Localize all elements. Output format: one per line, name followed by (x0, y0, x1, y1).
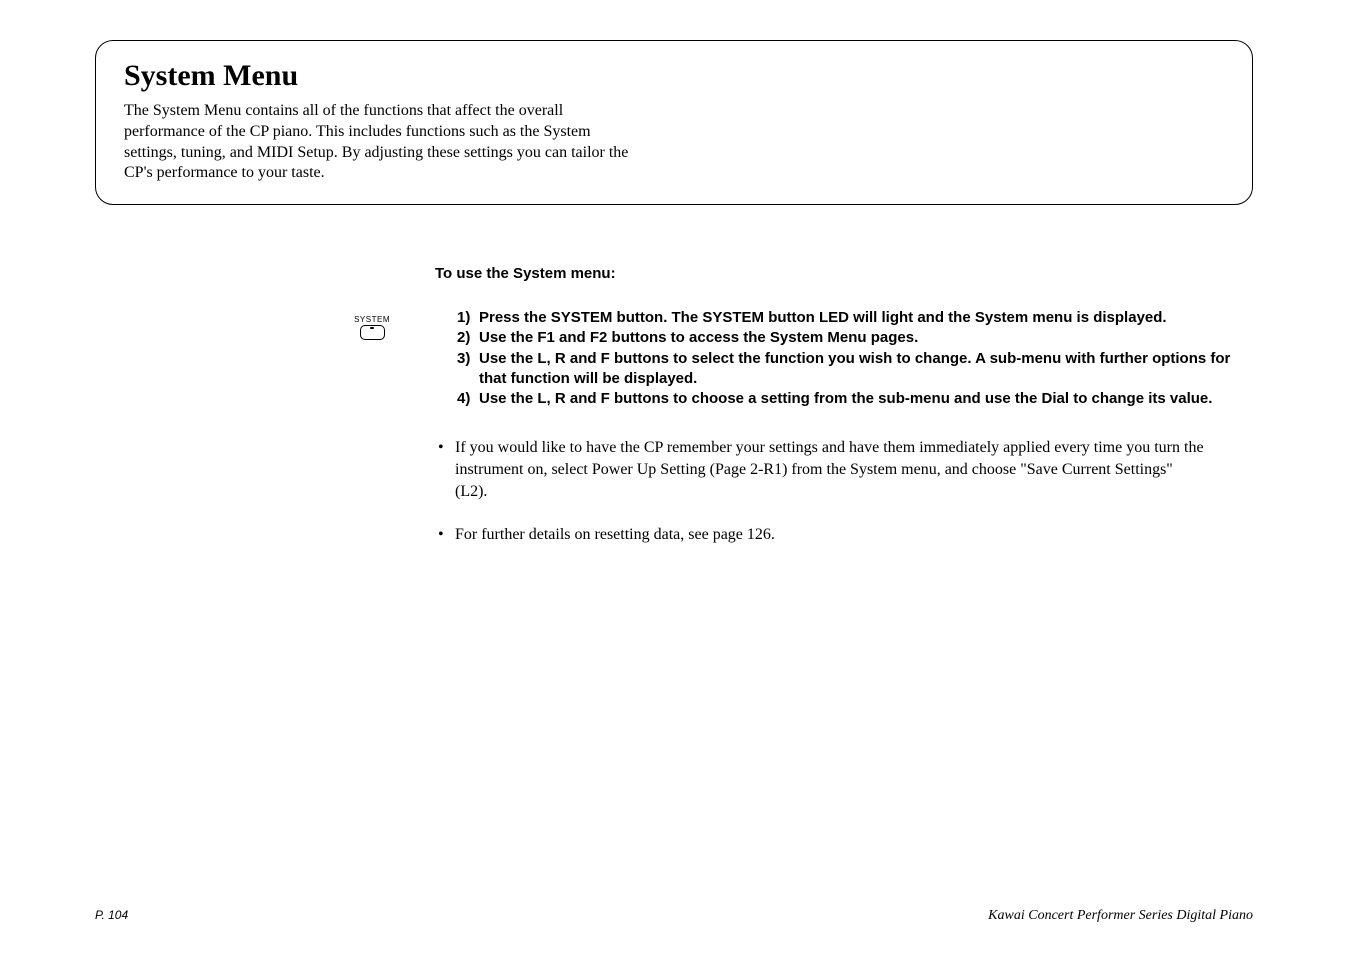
content-area: SYSTEM To use the System menu: 1) Press … (95, 265, 1253, 568)
page-number: P. 104 (95, 908, 128, 924)
section-heading: To use the System menu: (435, 265, 1253, 282)
step-item: 4) Use the L, R and F buttons to choose … (457, 389, 1253, 409)
page-title: System Menu (124, 59, 1224, 93)
step-number: 3) (457, 349, 479, 390)
bullet-item: • For further details on resetting data,… (435, 524, 1253, 546)
bullet-text: If you would like to have the CP remembe… (455, 437, 1253, 502)
step-item: 1) Press the SYSTEM button. The SYSTEM b… (457, 308, 1253, 328)
bullet-item: • If you would like to have the CP remem… (435, 437, 1253, 502)
footer-product-name: Kawai Concert Performer Series Digital P… (988, 908, 1253, 924)
step-text: Press the SYSTEM button. The SYSTEM butt… (479, 308, 1253, 328)
step-text: Use the L, R and F buttons to choose a s… (479, 389, 1253, 409)
right-column: To use the System menu: 1) Press the SYS… (435, 265, 1253, 568)
button-label: SYSTEM (354, 315, 390, 324)
button-shape-icon (360, 325, 385, 340)
step-item: 3) Use the L, R and F buttons to select … (457, 349, 1253, 390)
step-item: 2) Use the F1 and F2 buttons to access t… (457, 328, 1253, 348)
header-box: System Menu The System Menu contains all… (95, 40, 1253, 205)
page-footer: P. 104 Kawai Concert Performer Series Di… (95, 908, 1253, 924)
bullet-list: • If you would like to have the CP remem… (435, 437, 1253, 545)
button-led-icon (370, 327, 374, 329)
bullet-marker-icon: • (435, 437, 455, 502)
step-text: Use the L, R and F buttons to select the… (479, 349, 1253, 390)
step-number: 4) (457, 389, 479, 409)
step-text: Use the F1 and F2 buttons to access the … (479, 328, 1253, 348)
step-number: 1) (457, 308, 479, 328)
bullet-marker-icon: • (435, 524, 455, 546)
bullet-text: For further details on resetting data, s… (455, 524, 1253, 546)
left-column: SYSTEM (95, 265, 435, 568)
system-button-diagram: SYSTEM (354, 315, 390, 568)
header-description: The System Menu contains all of the func… (124, 101, 634, 184)
numbered-steps-list: 1) Press the SYSTEM button. The SYSTEM b… (457, 308, 1253, 409)
step-number: 2) (457, 328, 479, 348)
